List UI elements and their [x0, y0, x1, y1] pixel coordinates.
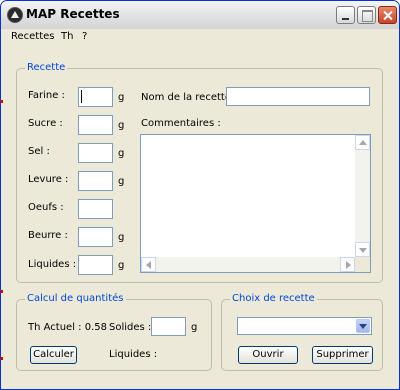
recette-legend: Recette [25, 62, 68, 73]
minimize-button[interactable] [336, 6, 355, 24]
comments-textarea[interactable] [140, 134, 371, 273]
sel-unit: g [118, 148, 125, 159]
text-cursor [81, 90, 82, 103]
sucre-unit: g [118, 120, 125, 131]
solides-unit: g [191, 322, 198, 333]
sucre-label: Sucre : [28, 118, 63, 129]
beurre-unit: g [118, 232, 125, 243]
beurre-input[interactable] [78, 227, 113, 247]
calculer-button[interactable]: Calculer [30, 346, 77, 364]
scrollbar-corner [355, 257, 370, 272]
oeufs-label: Oeufs : [28, 202, 64, 213]
farine-unit: g [118, 92, 125, 103]
supprimer-button[interactable]: Supprimer [312, 346, 373, 364]
calcul-liquides-label: Liquides : [109, 349, 158, 360]
farine-label: Farine : [28, 90, 65, 101]
vertical-scrollbar[interactable] [355, 135, 370, 257]
liquides-label: Liquides : [28, 259, 77, 270]
recipe-select[interactable] [237, 317, 372, 335]
chevron-down-icon[interactable] [356, 319, 370, 333]
window-title: MAP Recettes [26, 7, 120, 21]
edge-mark [0, 100, 3, 103]
scroll-left-icon[interactable] [141, 257, 156, 272]
title-bar[interactable]: MAP Recettes [1, 1, 399, 30]
sel-label: Sel : [28, 146, 50, 157]
liquides-unit: g [118, 260, 125, 271]
scroll-down-icon[interactable] [355, 242, 370, 257]
th-actuel-text: Th Actuel : 0.58 [28, 322, 107, 333]
scroll-right-icon[interactable] [340, 257, 355, 272]
menu-th[interactable]: Th [61, 31, 73, 42]
app-icon [7, 7, 23, 23]
scroll-up-icon[interactable] [355, 135, 370, 150]
horizontal-scrollbar[interactable] [141, 257, 355, 272]
edge-mark [0, 290, 3, 293]
solides-input[interactable] [151, 317, 186, 336]
menu-bar: Recettes Th ? [1, 29, 399, 45]
liquides-input[interactable] [78, 255, 113, 275]
comments-label: Commentaires : [141, 118, 221, 129]
menu-help[interactable]: ? [82, 31, 87, 42]
solides-label: Solides : [109, 322, 152, 333]
levure-label: Levure : [28, 174, 69, 185]
ouvrir-button[interactable]: Ouvrir [238, 346, 298, 364]
maximize-button[interactable] [357, 6, 376, 24]
beurre-label: Beurre : [28, 230, 68, 241]
close-button[interactable] [378, 6, 397, 24]
oeufs-input[interactable] [78, 199, 113, 219]
calcul-legend: Calcul de quantités [25, 293, 126, 304]
levure-unit: g [118, 176, 125, 187]
recipe-name-input[interactable] [226, 87, 370, 106]
app-window: MAP Recettes Recettes Th ? Recette Farin… [0, 0, 400, 390]
menu-recettes[interactable]: Recettes [11, 31, 55, 42]
farine-input[interactable] [78, 87, 113, 107]
sel-input[interactable] [78, 143, 113, 163]
sucre-input[interactable] [78, 115, 113, 135]
choix-legend: Choix de recette [230, 293, 317, 304]
levure-input[interactable] [78, 171, 113, 191]
edge-mark [0, 357, 3, 360]
recipe-name-label: Nom de la recette : [141, 92, 238, 103]
